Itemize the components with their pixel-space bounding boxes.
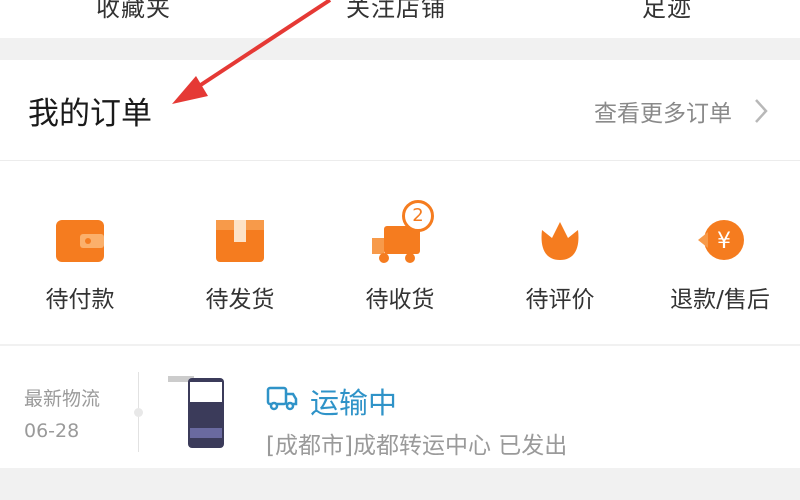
view-more-orders-label: 查看更多订单 xyxy=(594,101,732,127)
status-pending-payment[interactable]: 待付款 xyxy=(0,204,160,324)
tab-footprints[interactable]: 足迹 xyxy=(642,0,692,23)
orders-header: 我的订单 查看更多订单 xyxy=(0,60,800,161)
status-label: 待发货 xyxy=(205,287,275,313)
tab-followed-shops[interactable]: 关注店铺 xyxy=(346,0,446,23)
status-pending-receipt[interactable]: 2 待收货 xyxy=(320,200,480,324)
transport-truck-icon xyxy=(266,386,298,411)
pending-receipt-count-badge: 2 xyxy=(402,200,434,232)
status-refund-aftersales[interactable]: ¥ 退款/售后 xyxy=(640,204,800,324)
package-icon xyxy=(216,220,264,262)
product-thumbnail xyxy=(168,376,224,448)
status-pending-review[interactable]: 待评价 xyxy=(480,204,640,324)
orders-title: 我的订单 xyxy=(28,96,152,132)
svg-text:¥: ¥ xyxy=(717,229,731,254)
latest-logistics-card[interactable]: 最新物流 06-28 运输中 [成都市]成都转运中心 已发出 xyxy=(0,346,800,468)
chevron-right-icon xyxy=(755,99,768,123)
status-label: 待付款 xyxy=(45,287,115,313)
order-status-row: 待付款 待发货 2 待收货 待评价 ¥ 退款/售后 xyxy=(0,160,800,344)
logistics-caption: 最新物流 xyxy=(24,388,101,410)
view-more-orders-link[interactable]: 查看更多订单 xyxy=(594,94,768,128)
status-pending-shipment[interactable]: 待发货 xyxy=(160,204,320,324)
status-label: 待收货 xyxy=(365,287,435,313)
timeline-dot xyxy=(134,408,143,417)
top-tabs-strip: 收藏夹 关注店铺 足迹 xyxy=(0,0,800,38)
logistics-status: 运输中 xyxy=(310,386,398,420)
refund-yen-icon: ¥ xyxy=(698,220,744,260)
truck-icon-wrap: 2 xyxy=(370,200,434,270)
tab-favorites[interactable]: 收藏夹 xyxy=(96,0,171,23)
logistics-date: 06-28 xyxy=(24,420,80,442)
status-label: 退款/售后 xyxy=(670,287,770,313)
flower-icon xyxy=(541,222,579,260)
wallet-icon xyxy=(56,220,104,262)
my-orders-card: 我的订单 查看更多订单 待付款 待发货 2 待收货 待评价 ¥ 退款/售后 xyxy=(0,60,800,344)
logistics-detail: [成都市]成都转运中心 已发出 xyxy=(266,433,568,459)
status-label: 待评价 xyxy=(525,287,595,313)
